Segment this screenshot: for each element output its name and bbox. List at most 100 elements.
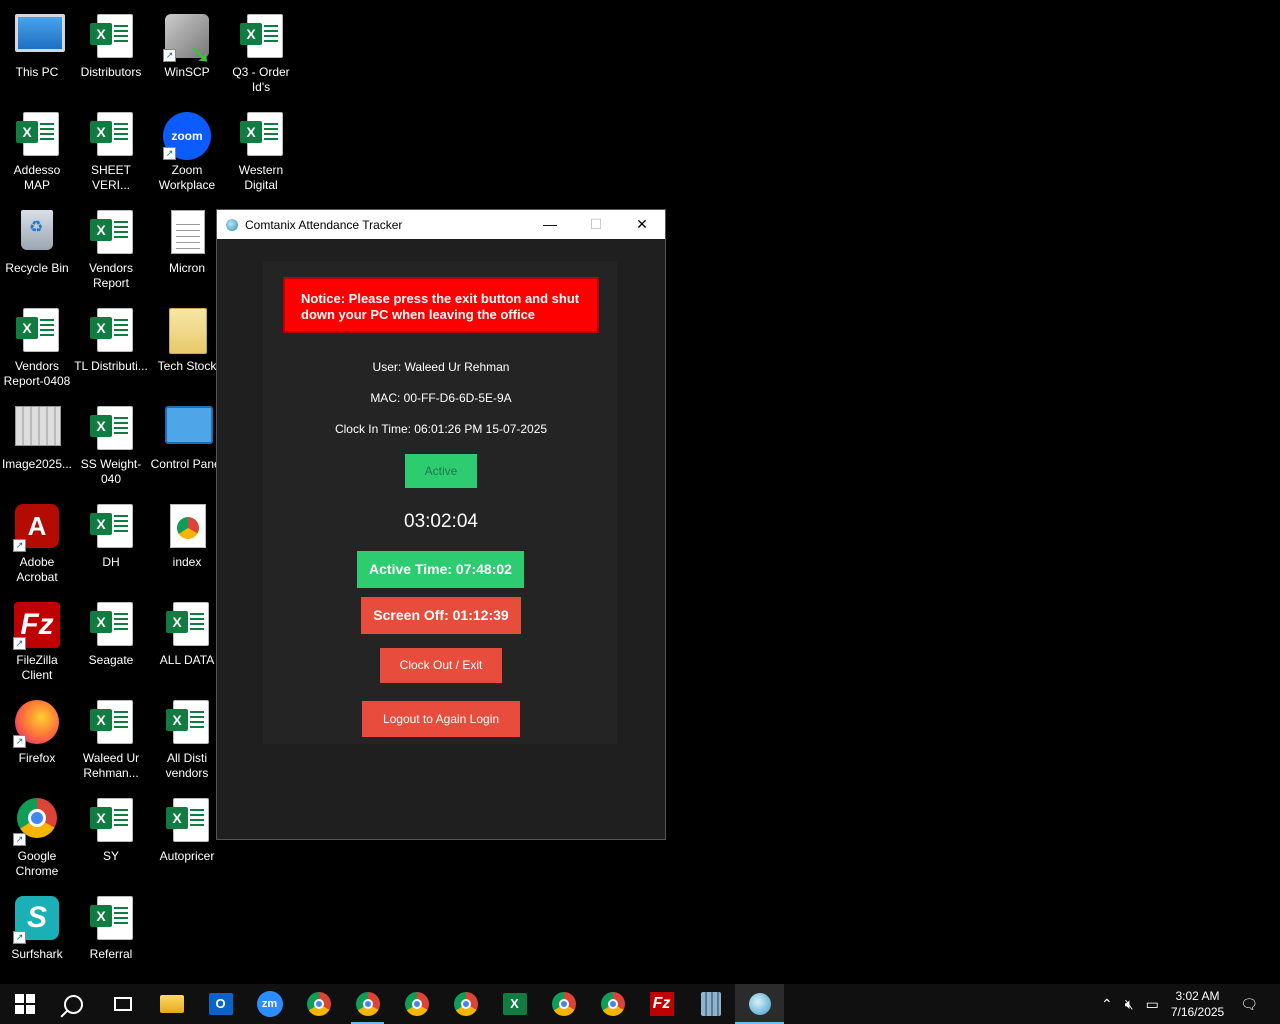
desktop-icon[interactable]: Control Panel bbox=[150, 400, 224, 472]
desktop-icon[interactable]: X Autopricer bbox=[150, 792, 224, 864]
taskbar-excel[interactable]: X bbox=[490, 984, 539, 1024]
clock[interactable]: 3:02 AM 7/16/2025 bbox=[1171, 988, 1224, 1020]
desktop-icon-label: Seagate bbox=[88, 653, 134, 667]
taskbar-chrome-profile-5[interactable] bbox=[588, 984, 637, 1024]
desktop-icon[interactable]: zoom ↗ Zoom Workplace bbox=[150, 106, 224, 193]
desktop-icon[interactable]: X SHEET VERI... bbox=[74, 106, 148, 193]
desktop-icon[interactable]: A ↗ Adobe Acrobat bbox=[0, 498, 74, 585]
desktop-icon[interactable]: X SS Weight-040 bbox=[74, 400, 148, 487]
surfshark-icon: S ↗ bbox=[13, 896, 61, 944]
desktop-icon[interactable]: Micron bbox=[150, 204, 224, 276]
desktop-icon[interactable]: X DH bbox=[74, 498, 148, 570]
desktop-icon[interactable]: This PC bbox=[0, 8, 74, 80]
desktop-icon[interactable]: X Vendors Report bbox=[74, 204, 148, 291]
desktop-icon-label: Addesso MAP bbox=[13, 163, 61, 192]
network-icon[interactable]: ▭ bbox=[1146, 996, 1159, 1013]
adobe-acrobat-icon: A ↗ bbox=[13, 504, 61, 552]
desktop-icon[interactable]: X Western Digital bbox=[224, 106, 298, 193]
excel-icon: X bbox=[87, 14, 135, 62]
title-bar[interactable]: Comtanix Attendance Tracker — ☐ ✕ bbox=[217, 210, 665, 239]
desktop-icon-label: SS Weight-040 bbox=[80, 457, 142, 486]
shortcut-arrow-icon: ↗ bbox=[13, 637, 26, 650]
elapsed-timer: 03:02:04 bbox=[404, 511, 478, 532]
desktop-icon[interactable]: X SY bbox=[74, 792, 148, 864]
chrome-icon bbox=[551, 992, 576, 1016]
desktop-icon[interactable]: ↗ Google Chrome bbox=[0, 792, 74, 879]
desktop-icon[interactable]: ↗ WinSCP bbox=[150, 8, 224, 80]
minimize-button[interactable]: — bbox=[527, 210, 573, 239]
desktop-icon-label: Q3 - Order Id's bbox=[232, 65, 290, 94]
desktop-icon[interactable]: X Referral bbox=[74, 890, 148, 962]
chrome-icon bbox=[404, 992, 429, 1016]
desktop-icon[interactable]: index bbox=[150, 498, 224, 570]
desktop-icon[interactable]: X Waleed Ur Rehman... bbox=[74, 694, 148, 781]
desktop-icon[interactable]: X Q3 - Order Id's bbox=[224, 8, 298, 95]
chrome-icon bbox=[600, 992, 625, 1016]
desktop-icon[interactable]: Tech Stock bbox=[150, 302, 224, 374]
desktop-icon-label: Tech Stock bbox=[157, 359, 217, 373]
taskbar-time: 3:02 AM bbox=[1175, 989, 1220, 1003]
desktop-icon[interactable]: Image2025... bbox=[0, 400, 74, 472]
desktop-icon-label: Image2025... bbox=[1, 457, 73, 471]
desktop-icon-label: Adobe Acrobat bbox=[16, 555, 58, 584]
taskbar-zoom[interactable]: zm bbox=[245, 984, 294, 1024]
system-tray: ⌃ 🔇︎ ▭ 3:02 AM 7/16/2025 🗨︎ bbox=[1095, 984, 1280, 1024]
volume-muted-icon[interactable]: 🔇︎ bbox=[1125, 996, 1134, 1013]
search-button[interactable] bbox=[49, 984, 98, 1024]
shortcut-arrow-icon: ↗ bbox=[163, 49, 176, 62]
taskbar-chrome[interactable] bbox=[294, 984, 343, 1024]
chrome-html-file-icon bbox=[163, 504, 211, 552]
taskbar-chrome-profile-2[interactable] bbox=[392, 984, 441, 1024]
desktop-icon[interactable]: X Seagate bbox=[74, 596, 148, 668]
desktop-icon[interactable]: ↗ Firefox bbox=[0, 694, 74, 766]
notifications-icon[interactable]: 🗨︎ bbox=[1240, 996, 1258, 1013]
taskbar-chrome-profile-4[interactable] bbox=[539, 984, 588, 1024]
shortcut-arrow-icon: ↗ bbox=[13, 833, 26, 846]
active-time-display: Active Time: 07:48:02 bbox=[357, 551, 524, 588]
logout-button[interactable]: Logout to Again Login bbox=[362, 701, 520, 737]
desktop-icon[interactable]: X Distributors bbox=[74, 8, 148, 80]
excel-icon: X bbox=[502, 993, 527, 1015]
excel-icon: X bbox=[87, 308, 135, 356]
desktop-icon[interactable]: X ALL DATA bbox=[150, 596, 224, 668]
taskbar-file-explorer[interactable] bbox=[147, 984, 196, 1024]
desktop-icon-label: Zoom Workplace bbox=[158, 163, 216, 192]
desktop-icon[interactable]: X TL Distributi... bbox=[74, 302, 148, 374]
clock-out-button[interactable]: Clock Out / Exit bbox=[380, 648, 502, 683]
shortcut-arrow-icon: ↗ bbox=[163, 147, 176, 160]
desktop-icon[interactable]: Recycle Bin bbox=[0, 204, 74, 276]
notice-banner: Notice: Please press the exit button and… bbox=[283, 277, 599, 333]
excel-icon: X bbox=[237, 112, 285, 160]
desktop-icon[interactable]: X Vendors Report-0408 bbox=[0, 302, 74, 389]
desktop-icon-label: WinSCP bbox=[164, 65, 210, 79]
taskbar-outlook[interactable]: O bbox=[196, 984, 245, 1024]
chevron-up-icon[interactable]: ⌃ bbox=[1101, 996, 1113, 1013]
task-view-button[interactable] bbox=[98, 984, 147, 1024]
file-explorer-icon bbox=[159, 995, 184, 1013]
close-button[interactable]: ✕ bbox=[619, 210, 665, 239]
taskbar-attendance-tracker[interactable] bbox=[735, 984, 784, 1024]
taskbar-chrome-profile-1[interactable] bbox=[343, 984, 392, 1024]
desktop-icon-label: SY bbox=[102, 849, 119, 863]
desktop-icon-label: Western Digital bbox=[238, 163, 284, 192]
desktop-icon-label: This PC bbox=[15, 65, 59, 79]
taskbar-calculator[interactable] bbox=[686, 984, 735, 1024]
chrome-icon bbox=[355, 992, 380, 1016]
desktop-icon-label: Vendors Report-0408 bbox=[3, 359, 71, 388]
desktop-icon[interactable]: X Addesso MAP bbox=[0, 106, 74, 193]
desktop-icon-label: index bbox=[172, 555, 202, 569]
attendance-tracker-window: Comtanix Attendance Tracker — ☐ ✕ Notice… bbox=[216, 209, 666, 840]
taskbar-chrome-profile-3[interactable] bbox=[441, 984, 490, 1024]
desktop-icon[interactable]: Fz ↗ FileZilla Client bbox=[0, 596, 74, 683]
excel-icon: X bbox=[163, 602, 211, 650]
text-file-icon bbox=[163, 210, 211, 258]
excel-icon: X bbox=[13, 308, 61, 356]
desktop-icon-label: Google Chrome bbox=[15, 849, 59, 878]
desktop-icon[interactable]: S ↗ Surfshark bbox=[0, 890, 74, 962]
desktop-icon[interactable]: X All Disti vendors bbox=[150, 694, 224, 781]
desktop-icon-label: Recycle Bin bbox=[5, 261, 69, 275]
taskbar-filezilla[interactable]: Fz bbox=[637, 984, 686, 1024]
maximize-button: ☐ bbox=[589, 216, 603, 232]
chrome-icon bbox=[453, 992, 478, 1016]
start-button[interactable] bbox=[0, 984, 49, 1024]
